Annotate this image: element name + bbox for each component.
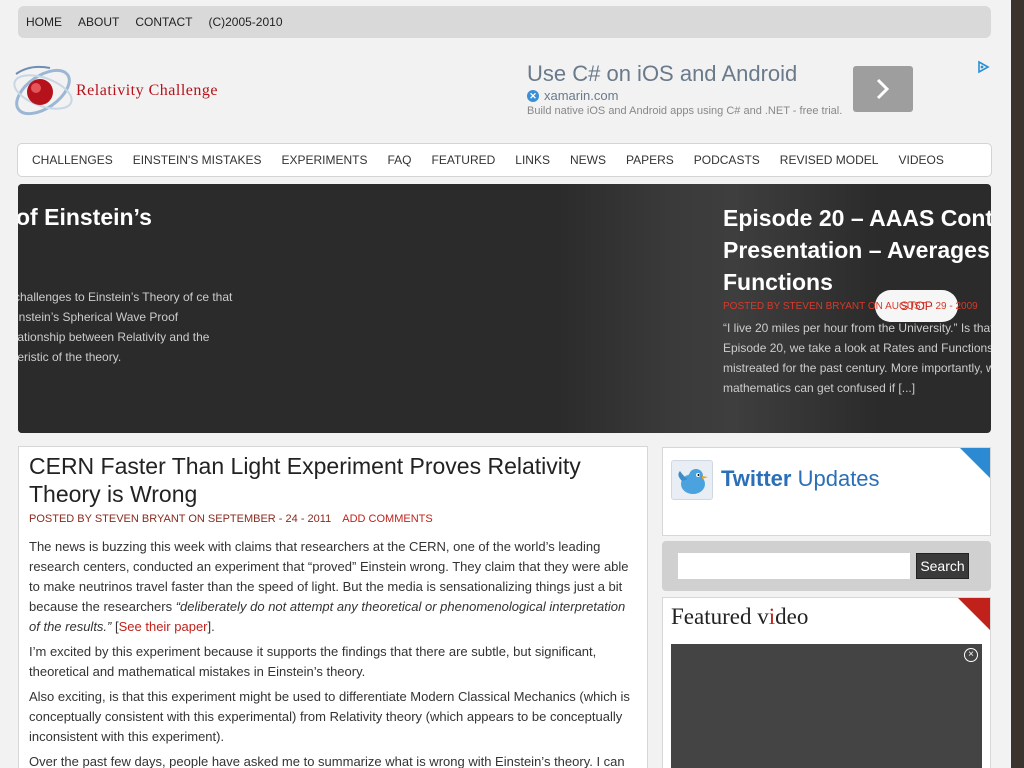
twitter-title-rest: Updates: [791, 466, 880, 491]
video-title-part: Featured v: [671, 604, 769, 629]
ad-open-button[interactable]: [853, 66, 913, 112]
ad-title[interactable]: Use C# on iOS and Android: [527, 61, 797, 87]
topnav-copyright[interactable]: (C)2005-2010: [208, 15, 282, 29]
post-paragraph: Also exciting, is that this experiment m…: [29, 689, 630, 744]
slide-right-title[interactable]: Episode 20 – AAAS Cont Presentation – Av…: [723, 202, 991, 298]
post-paragraph: Over the past few days, people have aske…: [29, 754, 625, 768]
featured-slider: of Einstein’s l challenges to Einstein’s…: [18, 184, 991, 433]
blog-post: CERN Faster Than Light Experiment Proves…: [18, 446, 648, 768]
adchoices-icon[interactable]: [976, 60, 990, 79]
advertisement[interactable]: Use C# on iOS and Android ✕ xamarin.com …: [527, 58, 997, 128]
video-player[interactable]: ×: [671, 644, 982, 768]
nav-papers[interactable]: PAPERS: [626, 153, 674, 167]
featured-video-title: Featured video: [671, 604, 808, 630]
add-comments-link[interactable]: ADD COMMENTS: [342, 513, 432, 525]
topnav-contact[interactable]: CONTACT: [135, 15, 192, 29]
xamarin-icon: ✕: [527, 89, 539, 102]
ad-description: Build native iOS and Android apps using …: [527, 105, 843, 117]
topnav-home[interactable]: HOME: [26, 15, 62, 29]
search-input[interactable]: [678, 553, 910, 579]
slide-left-title[interactable]: of Einstein’s: [18, 204, 152, 231]
chevron-right-icon: [876, 78, 890, 100]
slide-right-excerpt: “I live 20 miles per hour from the Unive…: [723, 321, 991, 395]
slide-right-meta: POSTED BY STEVEN BRYANT ON AUGUST - 29 -…: [723, 301, 978, 312]
twitter-widget: Twitter Updates: [662, 447, 991, 536]
search-button[interactable]: Search: [916, 553, 969, 579]
nav-experiments[interactable]: EXPERIMENTS: [281, 153, 367, 167]
widget-corner-ribbon: [959, 448, 990, 479]
twitter-title-bold: Twitter: [721, 466, 792, 491]
nav-featured[interactable]: FEATURED: [432, 153, 496, 167]
post-text: ].: [207, 619, 215, 634]
video-title-part: deo: [775, 604, 809, 629]
slide-right-title-line1: Episode 20 – AAAS Cont: [723, 205, 991, 231]
topnav-about[interactable]: ABOUT: [78, 15, 119, 29]
nav-revised-model[interactable]: REVISED MODEL: [780, 153, 879, 167]
logo-text: Relativity Challenge: [76, 82, 218, 99]
post-paragraph: I’m excited by this experiment because i…: [29, 644, 597, 679]
main-nav: CHALLENGES EINSTEIN'S MISTAKES EXPERIMEN…: [17, 143, 992, 177]
slide-left-excerpt: l challenges to Einstein’s Theory of ce …: [18, 290, 233, 364]
post-meta: POSTED BY STEVEN BRYANT ON SEPTEMBER - 2…: [29, 513, 433, 525]
nav-challenges[interactable]: CHALLENGES: [32, 153, 113, 167]
top-utility-nav: HOME ABOUT CONTACT (C)2005-2010: [18, 6, 991, 38]
ad-url: xamarin.com: [544, 88, 619, 103]
nav-faq[interactable]: FAQ: [387, 153, 411, 167]
twitter-bird-icon[interactable]: [671, 460, 713, 500]
close-icon[interactable]: ×: [964, 648, 978, 662]
post-text: [: [111, 619, 119, 634]
ad-url-row[interactable]: ✕ xamarin.com: [527, 88, 618, 103]
see-paper-link[interactable]: See their paper: [119, 619, 208, 634]
nav-podcasts[interactable]: PODCASTS: [694, 153, 760, 167]
window-edge: [1011, 0, 1024, 768]
nav-videos[interactable]: VIDEOS: [898, 153, 943, 167]
site-logo[interactable]: Relativity Challenge: [10, 56, 260, 128]
nav-news[interactable]: NEWS: [570, 153, 606, 167]
nav-einsteins-mistakes[interactable]: EINSTEIN'S MISTAKES: [133, 153, 262, 167]
post-paragraph: The news is buzzing this week with claim…: [29, 537, 637, 637]
nav-links[interactable]: LINKS: [515, 153, 550, 167]
post-body: The news is buzzing this week with claim…: [29, 537, 637, 768]
post-title[interactable]: CERN Faster Than Light Experiment Proves…: [29, 452, 639, 508]
logo-orbit-icon: [13, 65, 73, 116]
search-widget: Search: [662, 541, 991, 591]
twitter-widget-title[interactable]: Twitter Updates: [721, 466, 880, 492]
slide-right-title-line2: Presentation – Averages,: [723, 237, 991, 263]
post-byline: POSTED BY STEVEN BRYANT ON SEPTEMBER - 2…: [29, 513, 332, 525]
featured-video-widget: Featured video ×: [662, 597, 991, 768]
widget-corner-ribbon: [957, 598, 990, 631]
